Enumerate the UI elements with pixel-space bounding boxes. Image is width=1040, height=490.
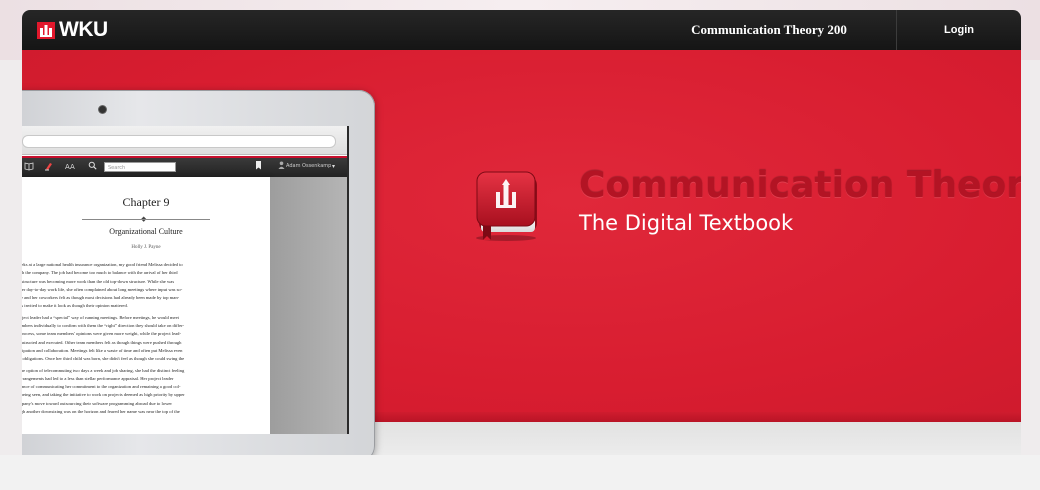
bookmark-icon <box>255 161 262 174</box>
text-line: She and her coworkers felt as though mos… <box>22 295 180 301</box>
paragraph: project leader had a “special” way of ru… <box>22 314 266 364</box>
site-frame: WKU Communication Theory 200 Login AA Se… <box>22 10 1021 455</box>
document-page: Chapter 9 ◆ Organizational Culture Holly… <box>22 177 270 434</box>
paragraph: weeks at a large national health insuran… <box>22 261 266 311</box>
text-line: ect obligations. Once her third child wa… <box>22 356 185 362</box>
text-line: e arrangements had led to a less than st… <box>22 375 174 381</box>
text-line: constructed and executed. Other team mem… <box>22 339 182 345</box>
text-line: members individually to confirm with the… <box>22 323 185 329</box>
wku-cupola-icon <box>37 22 55 39</box>
text-line: rticipation and collaboration. Meetings … <box>22 347 183 353</box>
text-line: ompany's move toward outsourcing their s… <box>22 400 172 406</box>
chapter-rule <box>82 219 210 220</box>
browser-chrome <box>22 126 347 155</box>
text-line: ough another downsizing was on the horiz… <box>22 409 180 415</box>
text-line: d the option of telecommuting two days a… <box>22 367 185 373</box>
chapter-author: Holly J. Payne <box>131 245 161 250</box>
text-line: with the company. The job had become too… <box>22 270 178 276</box>
paragraph: d the option of telecommuting two days a… <box>22 367 266 417</box>
reader-user-name: Adam Ossenkamp <box>286 163 332 169</box>
logo-text: WKU <box>59 18 108 41</box>
laptop-screen: AA Search Adam Ossenkamp ▾ Chapter 9 ◆ O… <box>22 126 349 434</box>
chapter-heading: Chapter 9 <box>122 195 170 209</box>
font-size-button: AA <box>65 163 75 171</box>
reader-search-input: Search <box>104 162 176 172</box>
page-footer-area <box>0 455 1040 490</box>
user-icon <box>278 161 285 173</box>
text-line: n her day-to-day work life, she often co… <box>22 286 183 292</box>
text-line: is process, some team members' opinions … <box>22 331 182 337</box>
top-navigation-bar: WKU Communication Theory 200 Login <box>22 10 1021 50</box>
url-bar <box>22 135 336 148</box>
book-icon <box>476 171 537 241</box>
reader-side-panel <box>270 177 347 434</box>
text-line: weeks at a large national health insuran… <box>22 262 183 267</box>
text-line: ed structure was becoming more work than… <box>22 278 175 284</box>
laptop-camera <box>99 106 106 113</box>
hero-title: Communication Theory <box>579 165 1021 206</box>
text-line: was invited to make it look as though th… <box>22 303 128 309</box>
login-button[interactable]: Login <box>897 10 1021 50</box>
course-title-link[interactable]: Communication Theory 200 <box>642 10 896 50</box>
reader-toolbar: AA Search Adam Ossenkamp ▾ <box>22 156 347 177</box>
text-line: project leader had a “special” way of ru… <box>22 314 179 320</box>
book-open-icon <box>24 161 34 175</box>
text-line: d, being seen, and taking the initiative… <box>22 392 185 398</box>
chevron-down-icon: ▾ <box>332 163 336 170</box>
chapter-body: weeks at a large national health insuran… <box>22 261 266 419</box>
highlighter-icon <box>44 161 54 175</box>
hero-subtitle: The Digital Textbook <box>579 211 794 235</box>
text-line: ortance of communicating her commitment … <box>22 384 181 390</box>
chapter-title: Organizational Culture <box>109 227 183 236</box>
search-icon <box>88 161 97 174</box>
wku-logo[interactable]: WKU <box>36 18 108 41</box>
